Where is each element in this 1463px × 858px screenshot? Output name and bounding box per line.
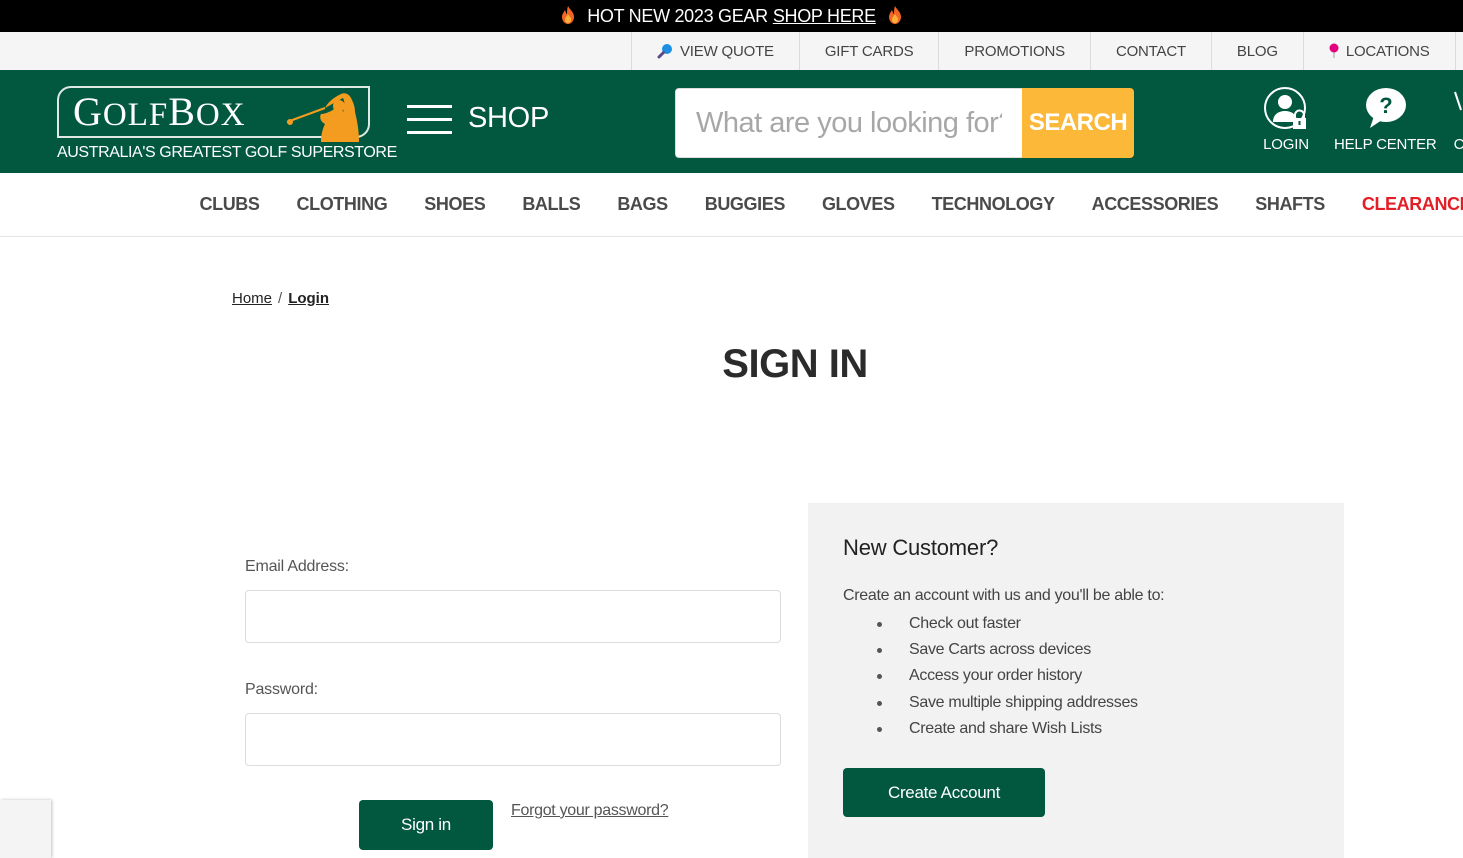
benefit-item: Access your order history [843, 663, 1138, 689]
breadcrumb-login[interactable]: Login [288, 290, 329, 307]
map-pin-icon [1329, 43, 1339, 58]
new-customer-heading: New Customer? [843, 535, 999, 560]
new-customer-panel: New Customer? Create an account with us … [808, 503, 1344, 858]
password-label: Password: [245, 681, 318, 698]
golfbox-logo[interactable]: GOLFBOX AUSTRALIA'S GREATEST GOLF SUPERS… [57, 86, 397, 163]
sign-in-button[interactable]: Sign in [359, 800, 493, 850]
breadcrumb-home[interactable]: Home [232, 290, 272, 307]
utility-label: PROMOTIONS [964, 42, 1065, 60]
category-technology[interactable]: TECHNOLOGY [913, 194, 1073, 215]
category-bags[interactable]: BAGS [599, 194, 686, 215]
breadcrumb-separator: / [278, 290, 283, 307]
promo-shop-link[interactable]: SHOP HERE [773, 6, 876, 27]
shop-menu-button[interactable]: SHOP [407, 102, 549, 135]
page-title: SIGN IN [722, 342, 868, 386]
category-gloves[interactable]: GLOVES [803, 194, 913, 215]
email-field[interactable] [245, 590, 781, 643]
category-shafts[interactable]: SHAFTS [1237, 194, 1344, 215]
utility-label: BLOG [1236, 42, 1278, 60]
benefit-item: Save Carts across devices [843, 637, 1138, 663]
category-buggies[interactable]: BUGGIES [686, 194, 803, 215]
svg-text:?: ? [1380, 93, 1393, 118]
side-widget-tab[interactable] [0, 800, 51, 858]
help-center-link[interactable]: ? HELP CENTER [1334, 86, 1437, 153]
password-field[interactable] [245, 713, 781, 766]
create-account-button[interactable]: Create Account [843, 768, 1045, 817]
category-accessories[interactable]: ACCESSORIES [1073, 194, 1237, 215]
logo-wordmark: GOLFBOX [73, 89, 246, 134]
logo-tagline: AUSTRALIA'S GREATEST GOLF SUPERSTORE [57, 144, 397, 161]
search-button[interactable]: SEARCH [1022, 88, 1134, 158]
login-link[interactable]: LOGIN [1263, 86, 1309, 153]
help-bubble-icon: ? [1366, 88, 1407, 128]
utility-nav: VIEW QUOTE GIFT CARDS PROMOTIONS CONTACT… [631, 32, 1456, 70]
flame-icon [562, 6, 575, 24]
promo-text: HOT NEW 2023 GEAR [587, 5, 768, 26]
header-action-partial[interactable]: C [1452, 86, 1463, 153]
benefit-item: Create and share Wish Lists [843, 716, 1138, 742]
benefit-item: Check out faster [843, 611, 1138, 637]
utility-locations[interactable]: LOCATIONS [1304, 32, 1456, 70]
new-customer-intro: Create an account with us and you'll be … [843, 587, 1165, 604]
utility-view-quote[interactable]: VIEW QUOTE [632, 32, 800, 70]
category-clubs[interactable]: CLUBS [181, 194, 278, 215]
search-bar: SEARCH [675, 88, 1134, 158]
site-header: GOLFBOX AUSTRALIA'S GREATEST GOLF SUPERS… [0, 70, 1463, 173]
category-shoes[interactable]: SHOES [406, 194, 504, 215]
search-input[interactable] [675, 88, 1022, 158]
utility-gift-cards[interactable]: GIFT CARDS [800, 32, 940, 70]
breadcrumb: Home / Login [232, 290, 329, 307]
partial-icon [1454, 91, 1462, 111]
utility-contact[interactable]: CONTACT [1091, 32, 1212, 70]
promo-bar: HOT NEW 2023 GEAR SHOP HERE [0, 0, 1463, 32]
email-label: Email Address: [245, 558, 349, 575]
header-action-partial-label: C [1453, 136, 1463, 153]
shop-label: SHOP [468, 102, 549, 134]
utility-label: GIFT CARDS [824, 42, 914, 60]
golfer-icon [286, 93, 359, 142]
help-center-label: HELP CENTER [1334, 136, 1437, 153]
benefit-item: Save multiple shipping addresses [843, 690, 1138, 716]
hamburger-icon [407, 104, 452, 134]
category-nav: CLUBS CLOTHING SHOES BALLS BAGS BUGGIES … [0, 173, 1463, 237]
utility-promotions[interactable]: PROMOTIONS [939, 32, 1091, 70]
utility-label: LOCATIONS [1345, 42, 1430, 60]
login-label: LOGIN [1263, 136, 1309, 153]
forgot-password-link[interactable]: Forgot your password? [511, 802, 669, 820]
category-clothing[interactable]: CLOTHING [278, 194, 406, 215]
category-balls[interactable]: BALLS [504, 194, 599, 215]
flame-icon [888, 6, 901, 24]
utility-label: VIEW QUOTE [680, 42, 774, 60]
utility-blog[interactable]: BLOG [1212, 32, 1304, 70]
utility-label: CONTACT [1115, 42, 1186, 60]
category-clearance[interactable]: CLEARANCE [1343, 194, 1463, 215]
benefits-list: Check out faster Save Carts across devic… [843, 611, 1138, 742]
magnifier-icon [657, 44, 672, 59]
user-lock-icon [1264, 87, 1306, 129]
utility-bar: VIEW QUOTE GIFT CARDS PROMOTIONS CONTACT… [0, 32, 1463, 70]
